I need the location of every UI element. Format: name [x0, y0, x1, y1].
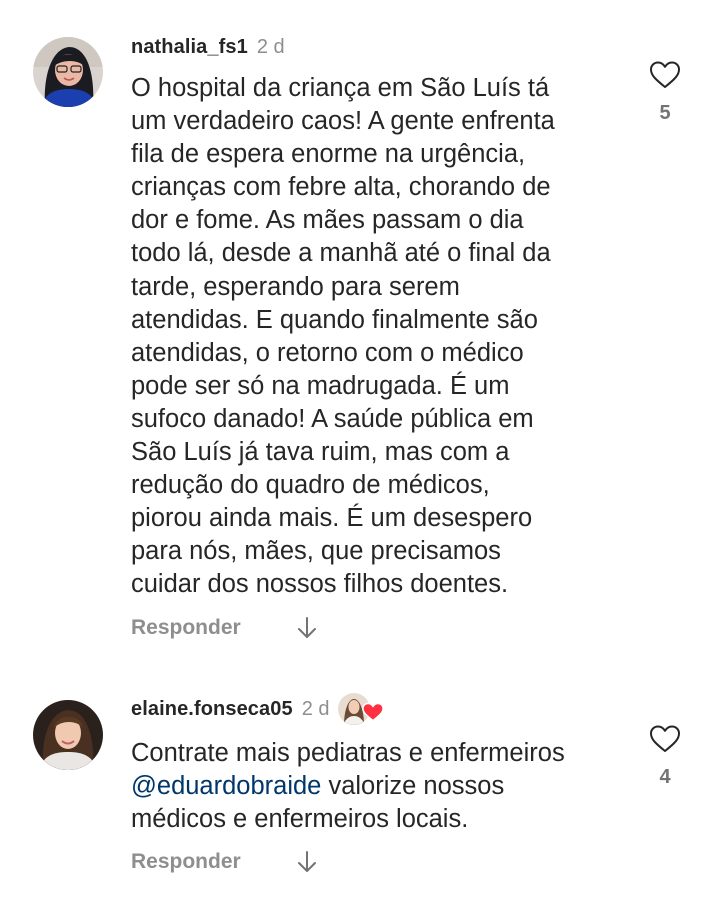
heart-outline-icon[interactable]: [649, 60, 681, 90]
comment-text-line: São Luís já tava ruim, mas com a: [131, 438, 510, 467]
reply-button[interactable]: Responder: [131, 850, 241, 874]
like-count: 4: [659, 766, 671, 788]
comment-text-line: cuidar dos nossos filhos doentes.: [131, 570, 509, 599]
avatar[interactable]: [33, 700, 103, 770]
comment-text-line: Contrate mais pediatras e enfermeiros: [131, 739, 565, 767]
comment-text-line: pode ser só na madrugada. É um: [131, 371, 510, 400]
avatar[interactable]: [33, 37, 103, 107]
creator-liked-badge: [337, 693, 384, 725]
timestamp: 2 d: [256, 35, 285, 58]
comment-text-line: atendidas. E quando finalmente são: [131, 305, 538, 334]
heart-outline-icon[interactable]: [649, 724, 681, 754]
comment-header: nathalia_fs1 2 d: [131, 35, 285, 59]
comment-text-line: médicos e enfermeiros locais.: [131, 805, 469, 834]
comment-text-fragment: valorize nossos: [321, 772, 505, 801]
comment-text-line: crianças com febre alta, chorando de: [131, 173, 551, 202]
like-count: 5: [659, 102, 671, 124]
arrow-down-icon[interactable]: [295, 849, 319, 875]
username[interactable]: elaine.fonseca05: [131, 698, 293, 721]
comment-text-line: sufoco danado! A saúde pública em: [131, 404, 534, 433]
comment-header: elaine.fonseca05 2 d: [131, 693, 384, 725]
comment-item: nathalia_fs1 2 d O hospital da criança e…: [0, 0, 719, 660]
timestamp: 2 d: [301, 697, 330, 720]
username[interactable]: nathalia_fs1: [131, 36, 248, 59]
comment-text-line: todo lá, desde a manhã até o final da: [131, 239, 551, 268]
comment-text-line: @eduardobraide valorize nossos: [131, 770, 631, 803]
comment-text-line: para nós, mães, que precisamos: [131, 537, 501, 566]
like-column: 5: [648, 60, 682, 125]
comment-text: Contrate mais pediatras e enfermeiros @e…: [131, 737, 631, 836]
comment-text-line: tarde, esperando para serem: [131, 272, 460, 301]
comment-text-line: atendidas, o retorno com o médico: [131, 338, 524, 367]
arrow-down-icon[interactable]: [295, 615, 319, 641]
reply-button[interactable]: Responder: [131, 616, 241, 640]
comment-text: O hospital da criança em São Luís tá um …: [131, 72, 611, 602]
comment-text-line: O hospital da criança em São Luís tá: [131, 74, 550, 102]
comment-text-line: fila de espera enorme na urgência,: [131, 140, 526, 169]
red-heart-icon: [361, 702, 384, 722]
mention-link[interactable]: @eduardobraide: [131, 772, 321, 800]
comment-item: elaine.fonseca05 2 d Contrate mais pedia…: [0, 660, 719, 897]
comment-text-line: dor e fome. As mães passam o dia: [131, 206, 524, 235]
comment-text-line: piorou ainda mais. É um desespero: [131, 504, 533, 533]
avatar-image: [33, 37, 103, 107]
comment-text-line: um verdadeiro caos! A gente enfrenta: [131, 107, 555, 136]
comment-text-line: redução do quadro de médicos,: [131, 471, 490, 500]
avatar-image: [33, 700, 103, 770]
like-column: 4: [648, 724, 682, 789]
